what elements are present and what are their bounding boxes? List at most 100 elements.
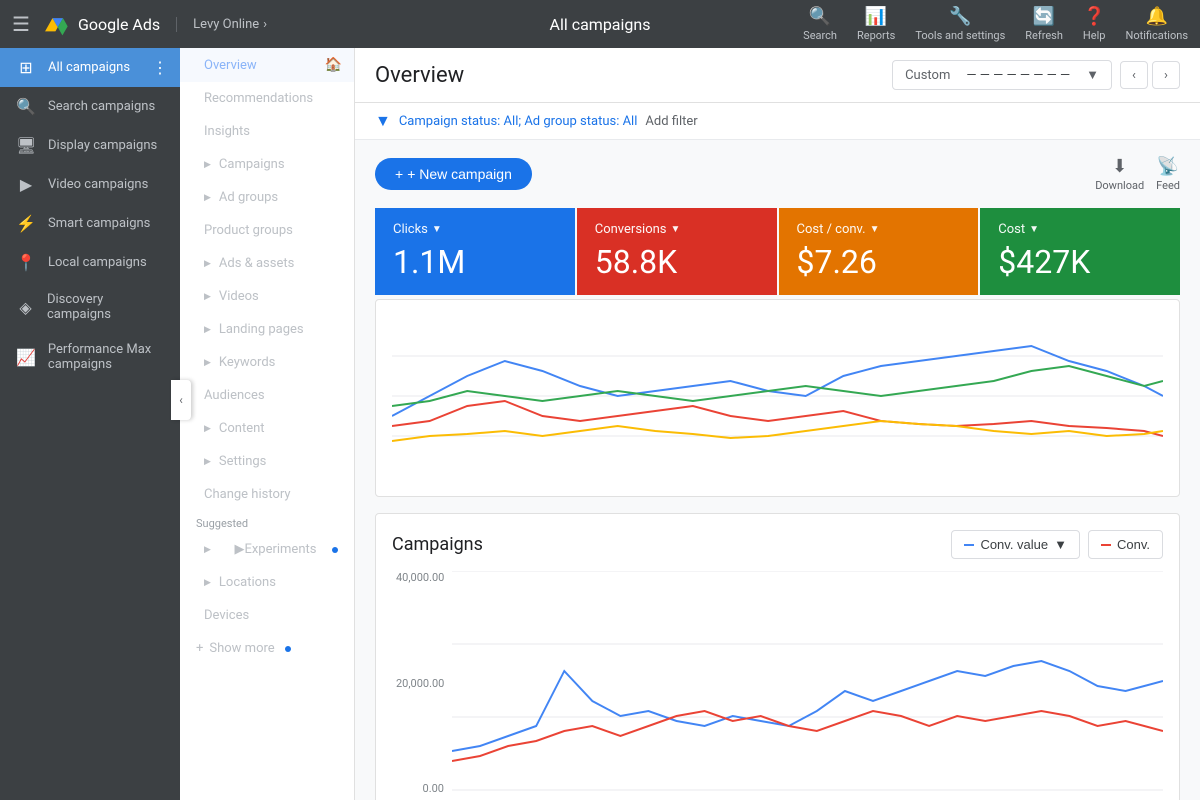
submenu-item-campaigns[interactable]: Campaigns — [180, 148, 354, 181]
sidebar-item-all-campaigns[interactable]: ⊞ All campaigns ⋮ — [0, 48, 180, 87]
reports-nav-button[interactable]: 📊 Reports — [857, 6, 895, 42]
sidebar-item-performance-max[interactable]: 📈 Performance Max campaigns — [0, 332, 180, 382]
cost-value: $427K — [998, 243, 1162, 281]
sidebar-item-label: Performance Max campaigns — [48, 342, 164, 372]
hamburger-menu[interactable]: ☰ — [12, 12, 30, 36]
search-nav-button[interactable]: 🔍 Search — [803, 6, 837, 42]
cost-conv-metric-card[interactable]: Cost / conv. ▼ $7.26 — [779, 208, 979, 295]
filter-status-text[interactable]: Campaign status: All; Ad group status: A… — [399, 114, 638, 129]
submenu-item-recommendations[interactable]: Recommendations — [180, 82, 354, 115]
nav-actions: 🔍 Search 📊 Reports 🔧 Tools and settings … — [803, 6, 1188, 42]
refresh-nav-button[interactable]: 🔄 Refresh — [1025, 6, 1063, 42]
logo: Google Ads — [42, 10, 160, 38]
discovery-campaigns-icon: ◈ — [16, 298, 35, 317]
submenu-item-locations[interactable]: Locations — [180, 566, 354, 599]
next-period-button[interactable]: › — [1152, 61, 1180, 89]
show-more-dot — [285, 646, 291, 652]
google-ads-logo-icon — [42, 10, 70, 38]
conv-value-button[interactable]: Conv. value ▼ — [951, 530, 1080, 559]
submenu-item-overview[interactable]: Overview 🏠 — [180, 48, 354, 82]
submenu-item-content[interactable]: Content — [180, 412, 354, 445]
submenu-item-ads-assets[interactable]: Ads & assets — [180, 247, 354, 280]
main-content: Overview Custom — — — — — — — — ▼ ‹ › ▼ … — [355, 48, 1200, 800]
overview-header: Overview Custom — — — — — — — — ▼ ‹ › — [355, 48, 1200, 103]
sidebar-item-label: All campaigns — [48, 60, 130, 75]
campaigns-section: Campaigns Conv. value ▼ Conv. — [375, 513, 1180, 800]
action-right: ⬇ Download 📡 Feed — [1095, 156, 1180, 192]
video-campaigns-icon: ▶ — [16, 175, 36, 194]
submenu-item-ad-groups[interactable]: Ad groups — [180, 181, 354, 214]
tools-icon: 🔧 — [949, 6, 971, 27]
page-campaign-title: All campaigns — [550, 15, 651, 34]
sidebar-collapse-button[interactable]: ‹ — [171, 380, 191, 420]
smart-campaigns-icon: ⚡ — [16, 214, 36, 233]
app-name: Google Ads — [78, 15, 160, 34]
sidebar-item-local-campaigns[interactable]: 📍 Local campaigns — [0, 243, 180, 282]
calendar-dropdown-icon: ▼ — [1086, 67, 1099, 83]
cost-conv-label: Cost / conv. ▼ — [797, 222, 961, 237]
cost-dropdown-arrow: ▼ — [1029, 224, 1039, 235]
submenu-panel: Overview 🏠 Recommendations Insights Camp… — [180, 48, 355, 800]
content-area: + + New campaign ⬇ Download 📡 Feed Click… — [355, 140, 1200, 800]
sidebar: ⊞ All campaigns ⋮ 🔍 Search campaigns 🖥 D… — [0, 48, 180, 800]
action-bar: + + New campaign ⬇ Download 📡 Feed — [375, 156, 1180, 192]
help-icon: ❓ — [1083, 6, 1105, 27]
download-button[interactable]: ⬇ Download — [1095, 156, 1144, 192]
submenu-item-videos[interactable]: Videos — [180, 280, 354, 313]
reports-icon: 📊 — [865, 6, 887, 27]
nav-arrows: ‹ › — [1120, 61, 1180, 89]
feed-button[interactable]: 📡 Feed — [1156, 156, 1180, 192]
cost-label: Cost ▼ — [998, 222, 1162, 237]
submenu-section-suggested: Suggested — [180, 511, 354, 533]
performance-max-icon: 📈 — [16, 348, 36, 367]
sidebar-item-label: Search campaigns — [48, 99, 155, 114]
tools-nav-button[interactable]: 🔧 Tools and settings — [915, 6, 1005, 42]
home-icon: 🏠 — [325, 57, 342, 73]
sidebar-item-smart-campaigns[interactable]: ⚡ Smart campaigns — [0, 204, 180, 243]
sidebar-item-search-campaigns[interactable]: 🔍 Search campaigns — [0, 87, 180, 126]
submenu-item-keywords[interactable]: Keywords — [180, 346, 354, 379]
submenu-item-devices[interactable]: Devices — [180, 599, 354, 632]
sidebar-item-label: Local campaigns — [48, 255, 147, 270]
submenu-item-audiences[interactable]: Audiences — [180, 379, 354, 412]
search-nav-icon: 🔍 — [809, 6, 831, 27]
submenu-item-insights[interactable]: Insights — [180, 115, 354, 148]
submenu-item-landing-pages[interactable]: Landing pages — [180, 313, 354, 346]
campaigns-section-title: Campaigns — [392, 534, 483, 555]
metrics-row: Clicks ▼ 1.1M Conversions ▼ 58.8K Cost /… — [375, 208, 1180, 295]
add-filter-button[interactable]: Add filter — [645, 114, 697, 129]
client-name[interactable]: Levy Online › — [176, 17, 267, 32]
filter-icon: ▼ — [375, 111, 391, 131]
clicks-metric-card[interactable]: Clicks ▼ 1.1M — [375, 208, 575, 295]
conversions-value: 58.8K — [595, 243, 759, 281]
conversions-metric-card[interactable]: Conversions ▼ 58.8K — [577, 208, 777, 295]
campaigns-chart-wrapper: 40,000.00 20,000.00 0.00 — [392, 571, 1163, 800]
date-picker[interactable]: Custom — — — — — — — — ▼ — [892, 60, 1112, 90]
feed-icon: 📡 — [1157, 156, 1179, 177]
more-options-icon[interactable]: ⋮ — [152, 58, 168, 77]
notifications-icon: 🔔 — [1146, 6, 1168, 27]
sidebar-item-video-campaigns[interactable]: ▶ Video campaigns — [0, 165, 180, 204]
cost-conv-dropdown-arrow: ▼ — [870, 224, 880, 235]
filter-bar: ▼ Campaign status: All; Ad group status:… — [355, 103, 1200, 140]
submenu-item-settings[interactable]: Settings — [180, 445, 354, 478]
help-nav-button[interactable]: ❓ Help — [1083, 6, 1106, 42]
sidebar-item-display-campaigns[interactable]: 🖥 Display campaigns — [0, 126, 180, 165]
cost-metric-card[interactable]: Cost ▼ $427K — [980, 208, 1180, 295]
sidebar-item-discovery-campaigns[interactable]: ◈ Discovery campaigns — [0, 282, 180, 332]
campaigns-header: Campaigns Conv. value ▼ Conv. — [392, 530, 1163, 559]
sidebar-item-label: Smart campaigns — [48, 216, 150, 231]
new-campaign-button[interactable]: + + New campaign — [375, 158, 532, 190]
submenu-item-product-groups[interactable]: Product groups — [180, 214, 354, 247]
cost-conv-value: $7.26 — [797, 243, 961, 281]
submenu-item-experiments[interactable]: ▶ Experiments — [180, 533, 354, 566]
notifications-nav-button[interactable]: 🔔 Notifications — [1125, 6, 1188, 42]
submenu-item-change-history[interactable]: Change history — [180, 478, 354, 511]
prev-period-button[interactable]: ‹ — [1120, 61, 1148, 89]
header-actions: Custom — — — — — — — — ▼ ‹ › — [892, 60, 1180, 90]
search-campaigns-icon: 🔍 — [16, 97, 36, 116]
conversions-dropdown-arrow: ▼ — [671, 224, 681, 235]
clicks-value: 1.1M — [393, 243, 557, 281]
conv-button[interactable]: Conv. — [1088, 530, 1163, 559]
submenu-item-show-more[interactable]: + Show more — [180, 632, 354, 665]
